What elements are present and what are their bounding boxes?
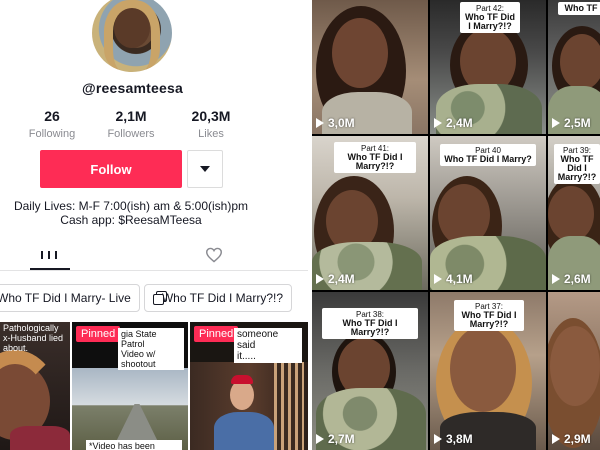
video-caption: Pathologically x-Husband lied about. bbox=[3, 323, 64, 353]
followers-label: Followers bbox=[107, 128, 155, 140]
video-title-caption: Who TF bbox=[558, 2, 600, 15]
grid-bar-icon bbox=[48, 249, 50, 261]
tabs-divider bbox=[0, 270, 308, 271]
following-count: 26 bbox=[44, 108, 60, 124]
play-icon bbox=[316, 274, 324, 284]
view-count: 2,7M bbox=[316, 432, 355, 446]
view-count: 2,6M bbox=[552, 272, 591, 286]
video-thumbnail[interactable]: Pathologically x-Husband lied about. bbox=[0, 322, 70, 450]
pinned-badge: Pinned bbox=[76, 326, 121, 342]
video-thumbnail[interactable]: Pinned someone said it..... bbox=[190, 322, 308, 450]
video-thumbnail[interactable]: Part 42: Who TF Did I Marry?!? 2,4M bbox=[430, 0, 546, 134]
view-count: 2,4M bbox=[434, 116, 473, 130]
view-count: 2,5M bbox=[552, 116, 591, 130]
video-title-caption: Part 37: Who TF Did I Marry?!? bbox=[454, 300, 524, 331]
video-thumbnail[interactable]: Who TF 2,5M bbox=[548, 0, 600, 134]
bio-line-cashapp: Cash app: $ReesaMTeesa bbox=[60, 213, 202, 227]
video-grid: 3,0M Part 42: Who TF Did I Marry?!? 2,4M … bbox=[312, 0, 600, 450]
bio: Daily Lives: M-F 7:00(ish) am & 5:00(ish… bbox=[0, 199, 262, 227]
username: @reesamteesa bbox=[82, 80, 183, 96]
view-count: 3,0M bbox=[316, 116, 355, 130]
likes-count: 20,3M bbox=[191, 108, 231, 124]
video-caption: someone said it..... bbox=[234, 328, 302, 363]
chevron-down-icon bbox=[200, 166, 210, 172]
play-icon bbox=[552, 118, 560, 128]
grid-bar-icon bbox=[41, 249, 43, 261]
avatar[interactable] bbox=[92, 0, 172, 72]
more-options-button[interactable] bbox=[187, 150, 223, 188]
profile-panel: @reesamteesa 26 Following 2,1M Followers… bbox=[0, 0, 308, 450]
video-thumbnail[interactable]: Pinned gia State Patrol Video w/ shootou… bbox=[72, 322, 188, 450]
playlist-label: Who TF Did I Marry- Live bbox=[0, 291, 131, 305]
view-count: 3,8M bbox=[434, 432, 473, 446]
video-title-caption: Part 40 Who TF Did I Marry? bbox=[440, 144, 536, 166]
video-thumbnail[interactable]: Part 41: Who TF Did I Marry?!? 2,4M bbox=[312, 136, 428, 290]
view-count: 4,1M bbox=[434, 272, 473, 286]
stat-likes[interactable]: 20,3M Likes bbox=[171, 108, 251, 140]
pinned-badge: Pinned bbox=[194, 326, 239, 342]
avatar-face bbox=[114, 8, 150, 48]
grid-bar-icon bbox=[55, 249, 57, 261]
play-icon bbox=[434, 434, 442, 444]
video-thumbnail[interactable]: Part 37: Who TF Did I Marry?!? 3,8M bbox=[430, 292, 546, 450]
video-title-caption: Part 39: Who TF Did I Marry?!? bbox=[554, 144, 600, 184]
playlist-chip[interactable]: Who TF Did I Marry- Live bbox=[0, 284, 140, 312]
play-icon bbox=[316, 118, 324, 128]
view-count: 2,9M bbox=[552, 432, 591, 446]
play-icon bbox=[552, 434, 560, 444]
likes-label: Likes bbox=[198, 128, 224, 140]
video-caption: gia State Patrol Video w/ shootout bbox=[118, 328, 184, 370]
stat-followers[interactable]: 2,1M Followers bbox=[91, 108, 171, 140]
bio-line-schedule: Daily Lives: M-F 7:00(ish) am & 5:00(ish… bbox=[13, 199, 249, 213]
video-title-caption: Part 38: Who TF Did I Marry?!? bbox=[322, 308, 418, 339]
tiktok-profile-screen: @reesamteesa 26 Following 2,1M Followers… bbox=[0, 0, 600, 450]
stat-following[interactable]: 26 Following bbox=[12, 108, 92, 140]
play-icon bbox=[434, 118, 442, 128]
play-icon bbox=[316, 434, 324, 444]
play-icon bbox=[434, 274, 442, 284]
playlist-label: Who TF Did I Marry?!? bbox=[161, 291, 283, 305]
playlist-icon bbox=[153, 291, 167, 305]
video-thumbnail[interactable]: Part 38: Who TF Did I Marry?!? 2,7M bbox=[312, 292, 428, 450]
video-caption: *Video has been edited bbox=[86, 440, 182, 450]
view-count: 2,4M bbox=[316, 272, 355, 286]
play-icon bbox=[552, 274, 560, 284]
video-title-caption: Part 42: Who TF Did I Marry?!? bbox=[460, 2, 520, 33]
video-title-caption: Part 41: Who TF Did I Marry?!? bbox=[334, 142, 416, 173]
following-label: Following bbox=[28, 128, 76, 140]
video-thumbnail[interactable]: 2,9M bbox=[548, 292, 600, 450]
playlist-chip[interactable]: Who TF Did I Marry?!? bbox=[144, 284, 292, 312]
follow-button[interactable]: Follow bbox=[40, 150, 182, 188]
video-thumbnail[interactable]: Part 40 Who TF Did I Marry? 4,1M bbox=[430, 136, 546, 290]
followers-count: 2,1M bbox=[115, 108, 147, 124]
videos-tab-icon[interactable] bbox=[41, 249, 57, 261]
liked-tab-heart-icon[interactable] bbox=[205, 247, 223, 263]
video-thumbnail[interactable]: Part 39: Who TF Did I Marry?!? 2,6M bbox=[548, 136, 600, 290]
video-thumbnail[interactable]: 3,0M bbox=[312, 0, 428, 134]
